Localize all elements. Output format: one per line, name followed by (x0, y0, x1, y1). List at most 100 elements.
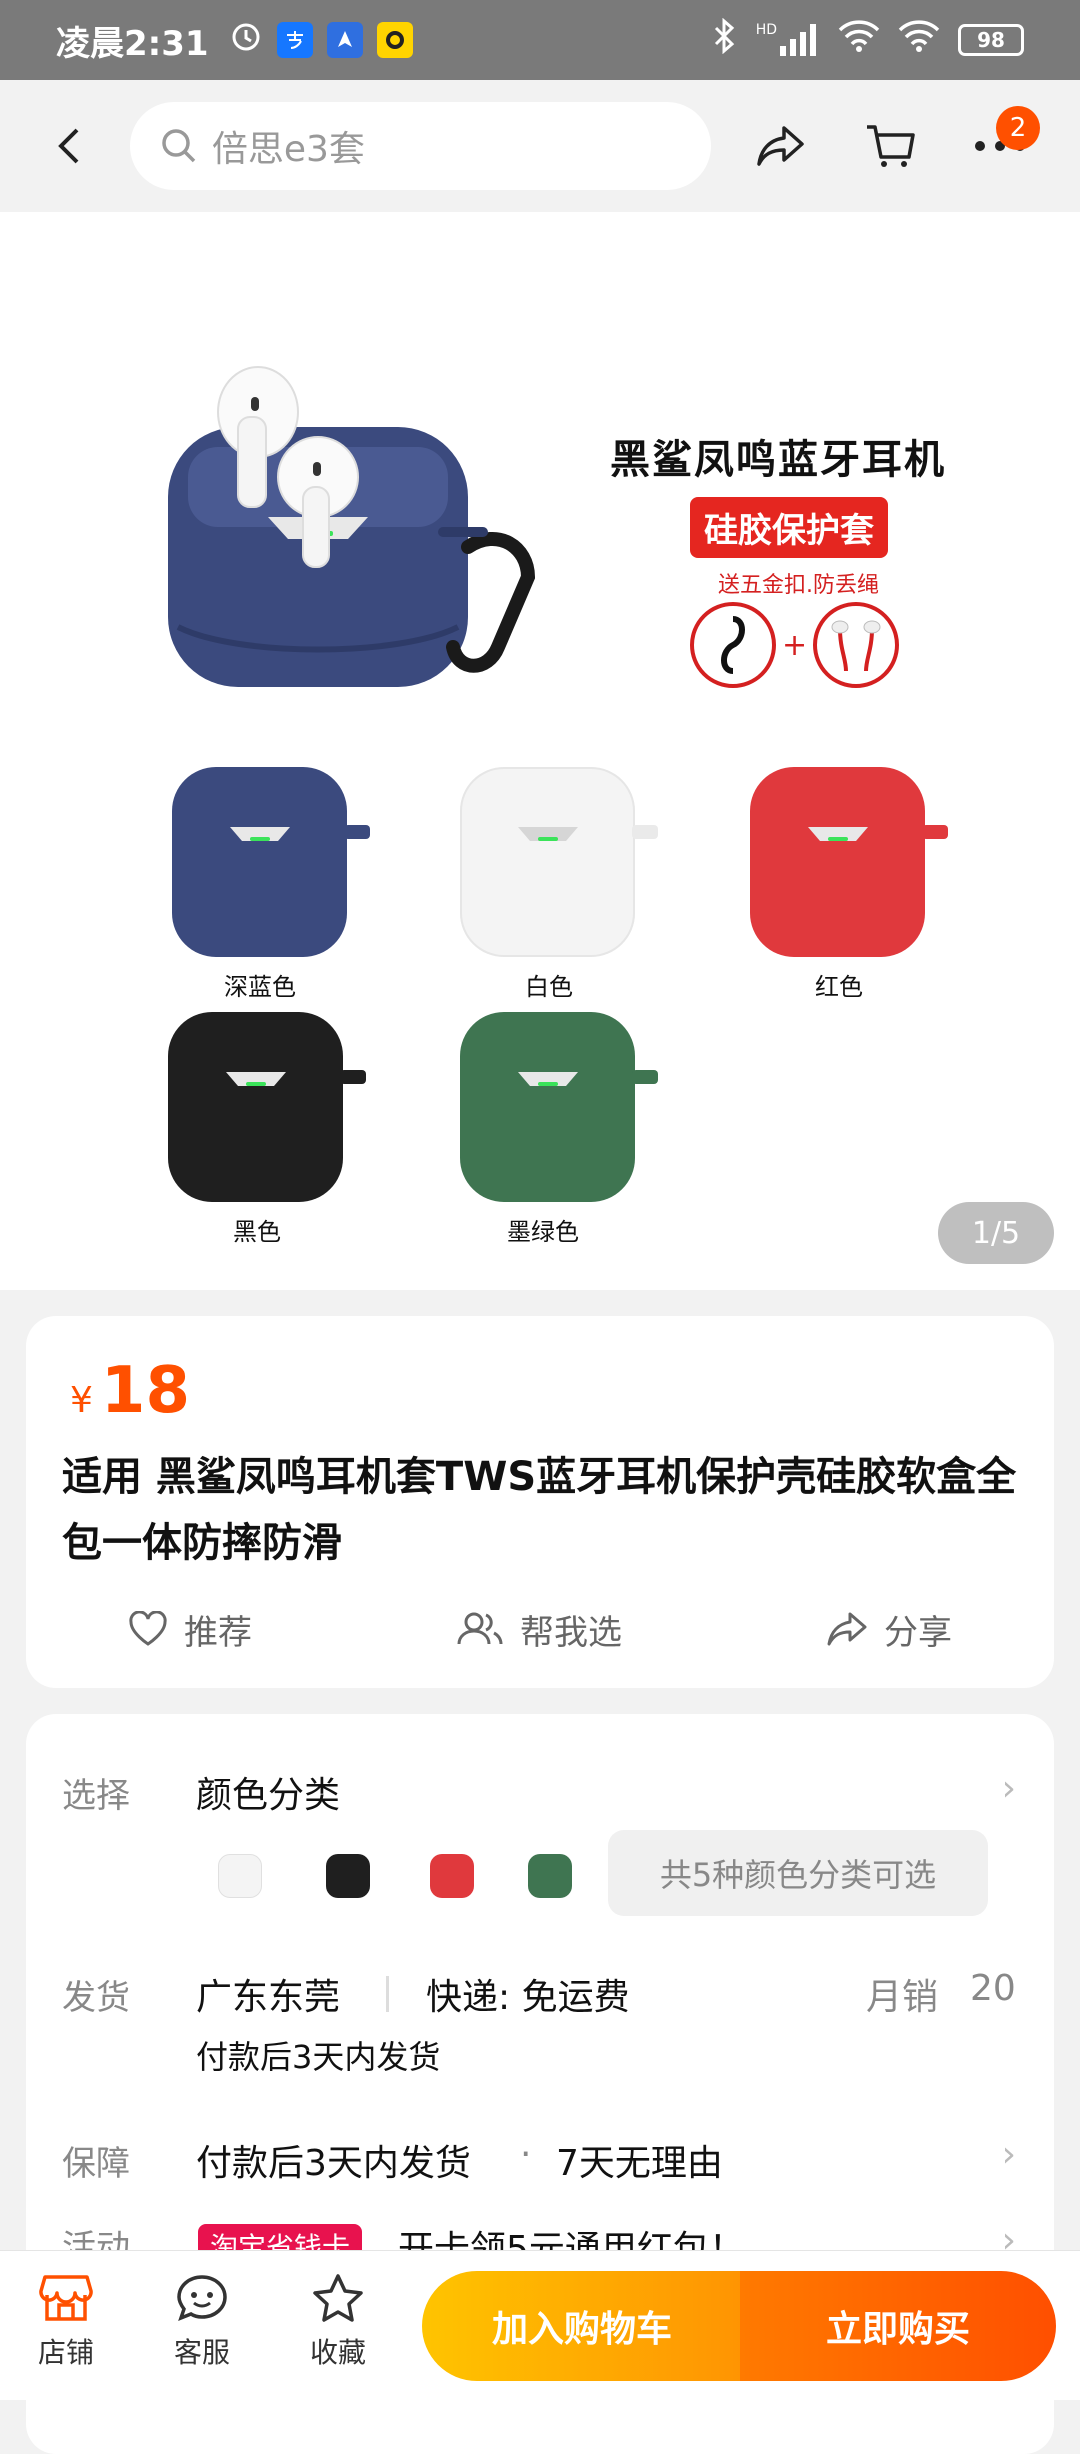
swatch-label: 红色 (815, 973, 863, 1001)
ship-note: 付款后3天内发货 (196, 2038, 441, 2076)
shop-label: 店铺 (37, 2336, 94, 2369)
case-hook (340, 1070, 366, 1084)
shop-icon (39, 2275, 93, 2321)
guarantee-dot: · (520, 2134, 532, 2175)
carabiner-icon (690, 602, 776, 688)
people-icon (457, 1612, 503, 1645)
help-choose-label: 帮我选 (520, 1612, 622, 1653)
case-white (460, 767, 635, 957)
message-badge: 2 (996, 106, 1041, 150)
recommend-label: 推荐 (184, 1612, 252, 1653)
share-product-button[interactable]: 分享 (826, 1605, 952, 1654)
favorite-button[interactable]: 收藏 (288, 2273, 388, 2371)
map-app-icon (326, 22, 363, 58)
search-placeholder: 倍思e3套 (211, 129, 365, 170)
promo-accessories: + (690, 602, 900, 688)
guarantee-1[interactable]: 付款后3天内发货 (196, 2134, 471, 2186)
status-time: 凌晨2:31 (56, 23, 209, 64)
recommend-button[interactable]: 推荐 (128, 1605, 252, 1654)
battery-indicator: 98 (958, 24, 1024, 56)
case-hook (632, 825, 658, 839)
guarantee-label: 保障 (62, 2144, 130, 2184)
case-navy (172, 767, 347, 957)
guarantee-2[interactable]: 7天无理由 (556, 2134, 723, 2186)
notification-icons (229, 19, 413, 62)
swatch-red (750, 767, 948, 967)
ship-label: 发货 (62, 1978, 130, 2018)
share-button[interactable] (741, 106, 821, 186)
search-icon (162, 129, 196, 163)
swatch-white (460, 767, 658, 967)
case-red (750, 767, 925, 957)
case-light (538, 1082, 558, 1086)
ship-from: 广东东莞 (196, 1977, 341, 2018)
system-icons: HD 98 (710, 17, 1024, 62)
mini-swatch-red[interactable] (430, 1854, 474, 1898)
cart-icon (867, 125, 916, 167)
customer-service-button[interactable]: 客服 (152, 2273, 252, 2371)
mini-swatch-black[interactable] (326, 1854, 370, 1898)
bottom-action-bar: 店铺 客服 收藏 加入购物车 立即购买 (0, 2250, 1080, 2400)
top-bar: 倍思e3套 2 (0, 80, 1080, 212)
app-notification-icon (376, 22, 413, 58)
signal-icon: HD (756, 22, 820, 56)
case-hook (632, 1070, 658, 1084)
chevron-right-icon[interactable]: › (1002, 2134, 1016, 2175)
back-button[interactable] (40, 116, 100, 176)
currency-symbol: ¥ (70, 1380, 93, 1421)
swatch-label: 深蓝色 (224, 973, 296, 1001)
swatch-navy-blue (172, 767, 370, 967)
wifi-icon-secondary (898, 20, 940, 60)
divider (386, 1976, 389, 2012)
swatch-black (168, 1012, 366, 1212)
price-value: 18 (100, 1354, 190, 1428)
add-to-cart-button[interactable]: 加入购物车 (422, 2271, 742, 2381)
chevron-left-icon (58, 128, 79, 164)
case-black (168, 1012, 343, 1202)
share-label: 分享 (884, 1612, 952, 1653)
image-pager: 1/5 (938, 1202, 1054, 1264)
more-button[interactable]: 2 (960, 106, 1041, 186)
case-hook (344, 825, 370, 839)
swatch-dark-green (460, 1012, 658, 1212)
promo-subtitle: 送五金扣.防丢绳 (718, 573, 879, 598)
variant-count-button[interactable]: 共5种颜色分类可选 (608, 1830, 988, 1916)
promo-title: 黑鲨凤鸣蓝牙耳机 (610, 437, 946, 483)
mini-swatch-green[interactable] (528, 1854, 572, 1898)
share-icon (827, 1612, 867, 1646)
case-light (246, 1082, 266, 1086)
hero-product-image (168, 357, 538, 697)
price-card: ¥ 18 适用 黑鲨凤鸣耳机套TWS蓝牙耳机保护壳硅胶软盒全包一体防摔防滑 推荐… (26, 1316, 1054, 1688)
help-choose-button[interactable]: 帮我选 (456, 1605, 622, 1654)
swatch-label: 白色 (525, 973, 573, 1001)
service-label: 客服 (173, 2336, 230, 2369)
swatch-label: 墨绿色 (507, 1218, 579, 1246)
promo-tag: 硅胶保护套 (690, 497, 888, 558)
chevron-right-icon[interactable]: › (1002, 1768, 1016, 1809)
case-hook (922, 825, 948, 839)
swatch-label: 黑色 (233, 1218, 281, 1246)
case-green (460, 1012, 635, 1202)
share-icon (756, 126, 804, 166)
select-value[interactable]: 颜色分类 (196, 1766, 340, 1818)
product-actions: 推荐 帮我选 分享 (26, 1584, 1054, 1674)
product-gallery[interactable]: 黑鲨凤鸣蓝牙耳机 硅胶保护套 送五金扣.防丢绳 + 深蓝色 白色 红色 黑色 墨… (0, 212, 1080, 1290)
cart-button[interactable] (850, 106, 930, 186)
heart-icon (129, 1611, 167, 1646)
strap-icon (813, 602, 900, 688)
alipay-app-icon (276, 22, 313, 58)
price: ¥ 18 (70, 1354, 190, 1428)
select-label: 选择 (62, 1776, 130, 1816)
alarm-icon (229, 19, 263, 62)
search-input[interactable]: 倍思e3套 (129, 102, 711, 190)
shop-button[interactable]: 店铺 (16, 2273, 116, 2371)
chat-face-icon (177, 2275, 227, 2322)
case-light (828, 837, 848, 841)
buy-now-button[interactable]: 立即购买 (740, 2271, 1056, 2381)
product-title: 适用 黑鲨凤鸣耳机套TWS蓝牙耳机保护壳硅胶软盒全包一体防摔防滑 (62, 1454, 1017, 1566)
case-light (538, 837, 558, 841)
plus-icon: + (782, 627, 808, 663)
favorite-label: 收藏 (309, 2336, 366, 2369)
star-icon (313, 2274, 363, 2322)
mini-swatch-white[interactable] (218, 1854, 262, 1898)
